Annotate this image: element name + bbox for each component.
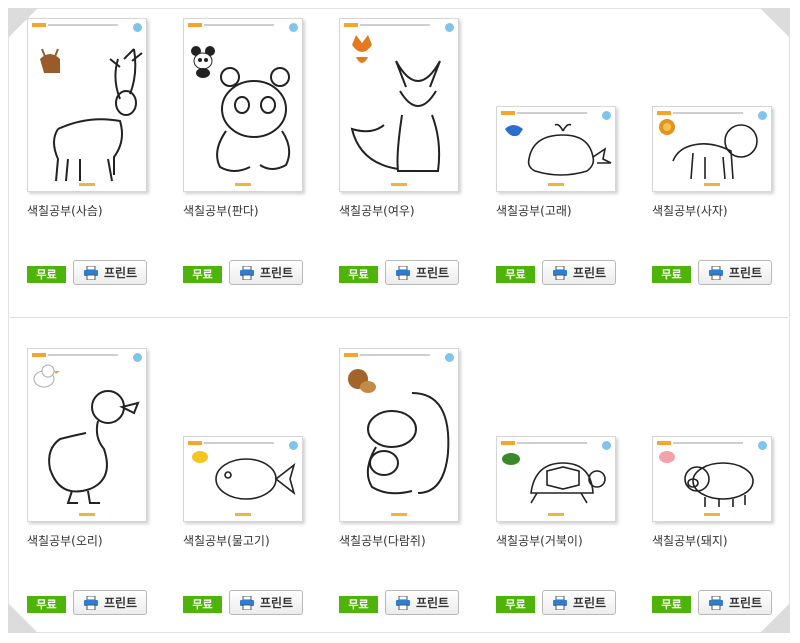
turtle-drawing xyxy=(502,453,606,504)
printer-icon xyxy=(708,595,723,610)
print-label: 프린트 xyxy=(259,596,294,610)
worksheet-card-lion: 색칠공부(사자) 무료 프린트 xyxy=(652,18,792,308)
worksheet-card-fish: 색칠공부(물고기) 무료 프린트 xyxy=(183,348,323,638)
printer-icon xyxy=(239,265,254,280)
print-button[interactable]: 프린트 xyxy=(698,590,772,615)
free-badge: 무료 xyxy=(652,266,691,283)
print-label: 프린트 xyxy=(103,596,138,610)
print-label: 프린트 xyxy=(415,266,450,280)
worksheet-card-pig: 색칠공부(돼지) 무료 프린트 xyxy=(652,348,792,638)
free-badge: 무료 xyxy=(183,596,222,613)
duck-drawing xyxy=(33,364,140,504)
free-badge: 무료 xyxy=(339,266,378,283)
item-title[interactable]: 색칠공부(고래) xyxy=(496,202,572,219)
printer-icon xyxy=(708,265,723,280)
free-badge: 무료 xyxy=(27,266,66,283)
printer-icon xyxy=(83,265,98,280)
worksheet-thumbnail[interactable] xyxy=(183,436,303,522)
fox-drawing xyxy=(350,35,441,172)
printer-icon xyxy=(83,595,98,610)
worksheet-card-duck: 색칠공부(오리) 무료 프린트 xyxy=(27,348,167,638)
item-title[interactable]: 색칠공부(오리) xyxy=(27,532,103,549)
free-badge: 무료 xyxy=(339,596,378,613)
print-button[interactable]: 프린트 xyxy=(73,260,147,285)
print-label: 프린트 xyxy=(572,266,607,280)
item-title[interactable]: 색칠공부(여우) xyxy=(339,202,415,219)
panda-drawing xyxy=(191,46,291,172)
worksheet-thumbnail[interactable] xyxy=(339,18,459,192)
worksheet-thumbnail[interactable] xyxy=(27,18,147,192)
print-button[interactable]: 프린트 xyxy=(698,260,772,285)
free-badge: 무료 xyxy=(652,596,691,613)
printer-icon xyxy=(552,265,567,280)
printer-icon xyxy=(239,595,254,610)
free-badge: 무료 xyxy=(496,266,535,283)
item-title[interactable]: 색칠공부(거북이) xyxy=(496,532,583,549)
item-title[interactable]: 색칠공부(판다) xyxy=(183,202,259,219)
item-title[interactable]: 색칠공부(사슴) xyxy=(27,202,103,219)
item-title[interactable]: 색칠공부(다람쥐) xyxy=(339,532,426,549)
printer-icon xyxy=(395,265,410,280)
deer-drawing xyxy=(40,48,143,182)
free-badge: 무료 xyxy=(183,266,222,283)
printer-icon xyxy=(552,595,567,610)
whale-drawing xyxy=(505,123,612,176)
worksheet-thumbnail[interactable] xyxy=(496,106,616,192)
print-label: 프린트 xyxy=(728,596,763,610)
item-title[interactable]: 색칠공부(사자) xyxy=(652,202,728,219)
print-button[interactable]: 프린트 xyxy=(542,590,616,615)
item-title[interactable]: 색칠공부(돼지) xyxy=(652,532,728,549)
worksheet-thumbnail[interactable] xyxy=(496,436,616,522)
squirrel-drawing xyxy=(348,369,450,495)
worksheet-card-turtle: 색칠공부(거북이) 무료 프린트 xyxy=(496,348,636,638)
print-button[interactable]: 프린트 xyxy=(385,590,459,615)
print-label: 프린트 xyxy=(415,596,450,610)
print-label: 프린트 xyxy=(728,266,763,280)
print-button[interactable]: 프린트 xyxy=(385,260,459,285)
worksheet-thumbnail[interactable] xyxy=(183,18,303,192)
free-badge: 무료 xyxy=(496,596,535,613)
print-label: 프린트 xyxy=(259,266,294,280)
printer-icon xyxy=(395,595,410,610)
print-button[interactable]: 프린트 xyxy=(229,260,303,285)
print-label: 프린트 xyxy=(103,266,138,280)
free-badge: 무료 xyxy=(27,596,66,613)
print-button[interactable]: 프린트 xyxy=(229,590,303,615)
fish-drawing xyxy=(192,451,296,500)
print-label: 프린트 xyxy=(572,596,607,610)
worksheet-thumbnail[interactable] xyxy=(652,106,772,192)
worksheet-card-whale: 색칠공부(고래) 무료 프린트 xyxy=(496,18,636,308)
worksheet-thumbnail[interactable] xyxy=(27,348,147,522)
print-button[interactable]: 프린트 xyxy=(73,590,147,615)
lion-drawing xyxy=(659,119,758,180)
worksheet-card-panda: 색칠공부(판다) 무료 프린트 xyxy=(183,18,323,308)
pig-drawing xyxy=(659,451,754,507)
item-title[interactable]: 색칠공부(물고기) xyxy=(183,532,270,549)
worksheet-thumbnail[interactable] xyxy=(339,348,459,522)
worksheet-card-squirrel: 색칠공부(다람쥐) 무료 프린트 xyxy=(339,348,479,638)
print-button[interactable]: 프린트 xyxy=(542,260,616,285)
worksheet-thumbnail[interactable] xyxy=(652,436,772,522)
worksheet-card-deer: 색칠공부(사슴) 무료 프린트 xyxy=(27,18,167,308)
worksheet-card-fox: 색칠공부(여우) 무료 프린트 xyxy=(339,18,479,308)
row-divider xyxy=(10,317,788,318)
